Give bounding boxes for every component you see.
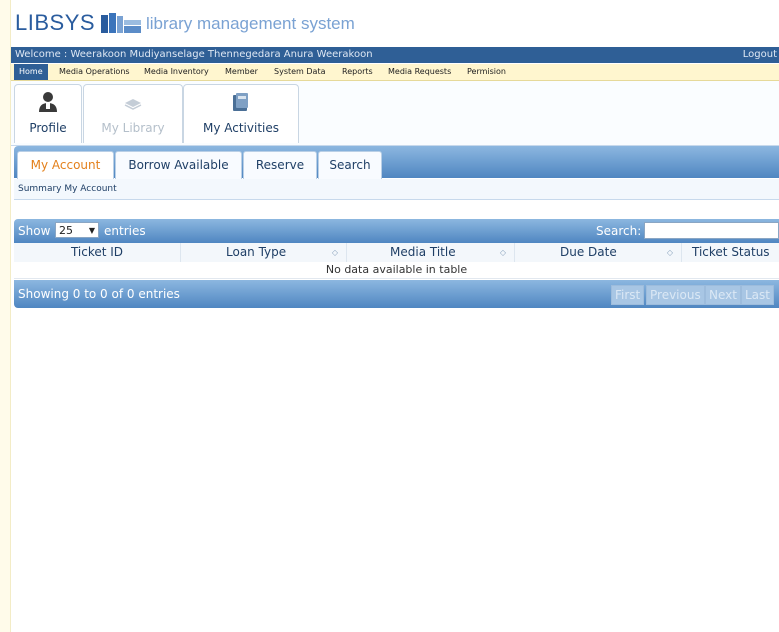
- module-profile-label: Profile: [29, 121, 67, 135]
- module-my-library[interactable]: My Library: [83, 84, 183, 143]
- column-loan-type-label: Loan Type: [226, 245, 287, 259]
- column-ticket-status-label: Ticket Status: [692, 245, 770, 259]
- page: LIBSYS library management system Welcome…: [11, 0, 779, 632]
- header: LIBSYS library management system: [11, 0, 779, 46]
- first-button[interactable]: First: [611, 285, 645, 305]
- account-tabs: My Account Borrow Available Reserve Sear…: [14, 146, 779, 179]
- books-icon: [124, 99, 142, 110]
- menu-item-system-data[interactable]: System Data: [274, 64, 325, 80]
- column-ticket-status[interactable]: Ticket Status: [682, 243, 779, 262]
- tagline: library management system: [146, 14, 355, 33]
- column-due-date-label: Due Date: [560, 245, 617, 259]
- table-toolbar: Show 25 ▼ entries Search:: [14, 219, 779, 243]
- column-due-date[interactable]: Due Date ◇: [515, 243, 682, 262]
- tab-reserve[interactable]: Reserve: [243, 151, 317, 179]
- tab-borrow-available[interactable]: Borrow Available: [115, 151, 242, 179]
- entries-label: entries: [104, 224, 146, 238]
- welcome-bar: Welcome : Weerakoon Mudiyanselage Thenne…: [11, 47, 779, 63]
- column-ticket-id-label: Ticket ID: [70, 245, 124, 259]
- menu-item-member[interactable]: Member: [225, 64, 258, 80]
- menu-item-home[interactable]: Home: [14, 64, 48, 80]
- table-footer: Showing 0 to 0 of 0 entries First Previo…: [14, 280, 779, 308]
- menu-item-permision[interactable]: Permision: [467, 64, 506, 80]
- column-ticket-id[interactable]: Ticket ID: [14, 243, 181, 262]
- search-input[interactable]: [644, 222, 779, 239]
- chevron-down-icon: ▼: [88, 226, 95, 235]
- next-button[interactable]: Next: [705, 285, 741, 305]
- summary-text: Summary My Account: [18, 184, 117, 194]
- module-my-activities-label: My Activities: [202, 121, 279, 135]
- last-button[interactable]: Last: [741, 285, 774, 305]
- welcome-text: Welcome : Weerakoon Mudiyanselage Thenne…: [15, 49, 373, 60]
- module-my-library-label: My Library: [101, 121, 165, 135]
- module-profile[interactable]: Profile: [14, 84, 82, 143]
- summary-title: Summary My Account: [14, 179, 779, 200]
- show-label: Show: [18, 224, 51, 238]
- left-border: [0, 0, 11, 632]
- column-media-title[interactable]: Media Title ◇: [347, 243, 515, 262]
- table-header: Ticket ID Loan Type ◇ Media Title ◇ Due …: [14, 243, 779, 263]
- table-info: Showing 0 to 0 of 0 entries: [18, 287, 180, 301]
- main-menu: Home Media Operations Media Inventory Me…: [11, 64, 779, 81]
- empty-table-message: No data available in table: [14, 262, 779, 279]
- sort-icon: ◇: [331, 248, 338, 257]
- module-tabs: Profile My Library My Activities: [11, 81, 779, 146]
- logout-link[interactable]: Logout: [743, 47, 777, 63]
- sort-icon: ◇: [499, 248, 506, 257]
- page-length-select[interactable]: 25 ▼: [55, 222, 99, 238]
- menu-item-media-inventory[interactable]: Media Inventory: [144, 64, 209, 80]
- module-my-activities[interactable]: My Activities: [183, 84, 299, 143]
- sort-icon: ◇: [666, 248, 673, 257]
- menu-item-media-operations[interactable]: Media Operations: [59, 64, 130, 80]
- tab-search[interactable]: Search: [318, 151, 382, 179]
- previous-button[interactable]: Previous: [646, 285, 705, 305]
- column-media-title-label: Media Title: [390, 245, 456, 259]
- logo-text: LIBSYS: [15, 10, 96, 35]
- activities-icon: [233, 93, 248, 111]
- user-icon: [39, 92, 57, 112]
- books-logo-icon: [101, 13, 141, 33]
- page-length-value: 25: [59, 224, 73, 237]
- menu-item-media-requests[interactable]: Media Requests: [388, 64, 451, 80]
- menu-item-reports[interactable]: Reports: [342, 64, 373, 80]
- tab-my-account[interactable]: My Account: [17, 151, 114, 179]
- search-label: Search:: [596, 224, 642, 238]
- column-loan-type[interactable]: Loan Type ◇: [181, 243, 347, 262]
